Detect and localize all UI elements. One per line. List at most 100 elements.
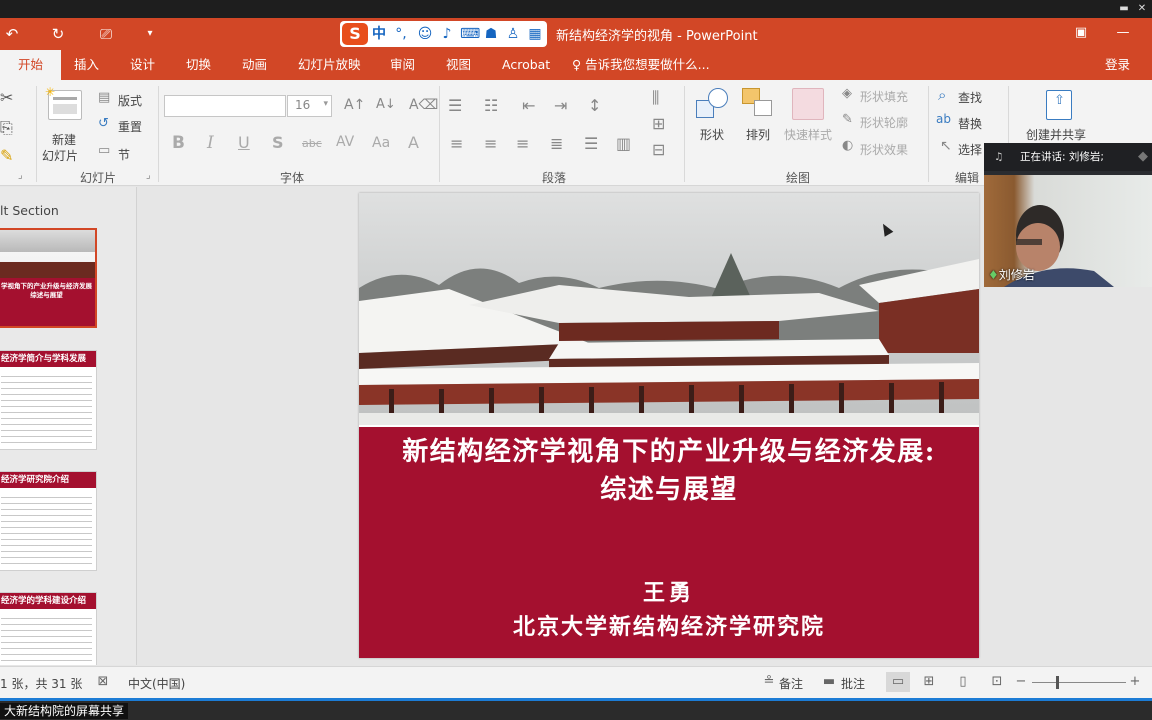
find-button[interactable]: 查找 bbox=[958, 89, 982, 106]
zoom-out-icon[interactable]: − bbox=[1012, 674, 1030, 690]
tab-animations[interactable]: 动画 bbox=[232, 50, 277, 80]
microphone-icon[interactable]: ♪ bbox=[438, 24, 456, 44]
ime-mode[interactable]: 中 bbox=[370, 24, 388, 44]
share-icon[interactable]: ⇧ bbox=[1046, 90, 1072, 120]
arrange-icon[interactable] bbox=[742, 88, 776, 122]
login-link[interactable]: 登录 bbox=[1105, 50, 1130, 80]
align-right-icon[interactable]: ≡ bbox=[516, 134, 529, 153]
zoom-slider-thumb[interactable] bbox=[1056, 676, 1059, 689]
zoom-in-icon[interactable]: + bbox=[1126, 674, 1144, 690]
text-direction-icon[interactable]: ⫼ bbox=[652, 88, 659, 108]
user-icon[interactable]: ☗ bbox=[482, 24, 500, 44]
smartart-icon[interactable]: ⊟ bbox=[652, 140, 665, 159]
copy-icon[interactable]: ⎘ bbox=[0, 118, 13, 138]
layout-icon[interactable]: ▤ bbox=[98, 90, 110, 105]
slide-sorter-icon[interactable]: ⊞ bbox=[920, 674, 938, 690]
decrease-indent-icon[interactable]: ⇤ bbox=[522, 96, 535, 115]
slide-thumbnail-1[interactable]: 学视角下的产业升级与经济发展 综述与展望 bbox=[0, 228, 97, 328]
clipboard-launcher-icon[interactable]: ⌟ bbox=[18, 170, 23, 181]
numbering-icon[interactable]: ☷ bbox=[484, 96, 498, 115]
grow-font-icon[interactable]: A↑ bbox=[344, 97, 365, 113]
create-share-button[interactable]: 创建并共享 bbox=[1026, 126, 1086, 143]
section-name[interactable]: lt Section bbox=[0, 203, 59, 218]
slide-institution[interactable]: 北京大学新结构经济学研究院 bbox=[359, 609, 979, 641]
section-icon[interactable]: ▭ bbox=[98, 143, 110, 158]
slide-thumbnail-4[interactable]: 经济学的学科建设介绍 bbox=[0, 592, 97, 665]
comments-button[interactable]: 批注 bbox=[841, 675, 865, 692]
tell-me-box[interactable]: ♀ 告诉我您想要做什么... bbox=[562, 50, 720, 80]
select-icon[interactable]: ↖ bbox=[940, 138, 952, 154]
shape-effects-button[interactable]: 形状效果 bbox=[860, 141, 908, 158]
quick-styles-icon[interactable] bbox=[792, 88, 824, 120]
layout-button[interactable]: 版式 bbox=[118, 92, 142, 109]
toolbox-icon[interactable]: ▦ bbox=[526, 24, 544, 44]
italic-button[interactable]: I bbox=[207, 133, 214, 153]
justify-icon[interactable]: ≣ bbox=[550, 134, 563, 153]
change-case-button[interactable]: Aa bbox=[372, 135, 390, 151]
zoom-slider[interactable] bbox=[1032, 682, 1126, 683]
new-slide-icon[interactable]: ✳ bbox=[45, 85, 82, 120]
close-icon[interactable]: ✕ bbox=[1136, 3, 1148, 15]
fill-icon[interactable]: ◈ bbox=[842, 86, 852, 101]
slide-thumbnail-3[interactable]: 经济学研究院介绍 bbox=[0, 471, 97, 571]
line-spacing-icon[interactable]: ↕ bbox=[588, 96, 601, 115]
font-name-field[interactable] bbox=[164, 95, 286, 117]
select-button[interactable]: 选择 bbox=[958, 141, 982, 158]
font-size-field[interactable]: 16 ▾ bbox=[287, 95, 332, 117]
skin-icon[interactable]: ♙ bbox=[504, 24, 522, 44]
comments-icon[interactable]: ▬ bbox=[820, 674, 838, 690]
arrange-button[interactable]: 排列 bbox=[746, 126, 770, 143]
minimize-window-icon[interactable]: — bbox=[1114, 24, 1132, 42]
more-icon[interactable]: ◆ bbox=[1138, 143, 1148, 171]
char-spacing-button[interactable]: AV bbox=[336, 134, 354, 150]
distributed-icon[interactable]: ☰ bbox=[584, 134, 598, 153]
cut-icon[interactable]: ✂ bbox=[0, 88, 13, 107]
replace-button[interactable]: 替换 bbox=[958, 115, 982, 132]
format-painter-icon[interactable]: ✎ bbox=[0, 146, 13, 165]
ribbon-display-icon[interactable]: ▣ bbox=[1072, 24, 1090, 42]
new-slide-label[interactable]: 新建 bbox=[52, 131, 76, 148]
reading-view-icon[interactable]: ▯ bbox=[954, 674, 972, 690]
slide-author[interactable]: 王勇 bbox=[359, 575, 979, 607]
ime-punctuation[interactable]: °, bbox=[392, 24, 410, 44]
input-method-toolbar[interactable]: S 中 °, ☺ ♪ ⌨ ☗ ♙ ▦ bbox=[340, 21, 547, 47]
reset-icon[interactable]: ↺ bbox=[98, 116, 109, 131]
undo-icon[interactable]: ↶ bbox=[2, 24, 22, 44]
clear-format-icon[interactable]: A⌫ bbox=[409, 97, 438, 113]
minimize-icon[interactable]: ▬ bbox=[1118, 3, 1130, 15]
underline-button[interactable]: U bbox=[238, 133, 250, 152]
shrink-font-icon[interactable]: A↓ bbox=[376, 97, 396, 112]
slideshow-icon[interactable]: ⊡ bbox=[988, 674, 1006, 690]
spellcheck-icon[interactable]: ⊠ bbox=[94, 674, 112, 690]
columns-icon[interactable]: ▥ bbox=[616, 134, 631, 153]
slide-title[interactable]: 新结构经济学视角下的产业升级与经济发展: 综述与展望 bbox=[359, 433, 979, 509]
replace-icon[interactable]: ab bbox=[936, 112, 951, 126]
shapes-icon[interactable] bbox=[696, 88, 730, 122]
increase-indent-icon[interactable]: ⇥ bbox=[554, 96, 567, 115]
tab-acrobat[interactable]: Acrobat bbox=[492, 50, 560, 80]
notes-button[interactable]: 备注 bbox=[779, 675, 803, 692]
normal-view-icon[interactable]: ▭ bbox=[886, 672, 910, 692]
redo-icon[interactable]: ↻ bbox=[48, 24, 68, 44]
keyboard-icon[interactable]: ⌨ bbox=[460, 24, 480, 44]
slides-launcher-icon[interactable]: ⌟ bbox=[146, 170, 151, 181]
customize-qat-icon[interactable]: ▾ bbox=[140, 24, 160, 44]
outline-icon[interactable]: ✎ bbox=[842, 112, 853, 127]
shapes-button[interactable]: 形状 bbox=[700, 126, 724, 143]
font-color-button[interactable]: A bbox=[408, 133, 419, 152]
current-slide[interactable]: 新结构经济学视角下的产业升级与经济发展: 综述与展望 王勇 北京大学新结构经济学… bbox=[359, 193, 979, 658]
shape-outline-button[interactable]: 形状轮廓 bbox=[860, 114, 908, 131]
tab-home[interactable]: 开始 bbox=[0, 50, 62, 80]
tab-view[interactable]: 视图 bbox=[436, 50, 481, 80]
strikethrough-button[interactable]: abc bbox=[302, 137, 322, 150]
shadow-button[interactable]: S bbox=[272, 133, 284, 152]
tab-transitions[interactable]: 切换 bbox=[176, 50, 221, 80]
effects-icon[interactable]: ◐ bbox=[842, 138, 853, 153]
align-text-icon[interactable]: ⊞ bbox=[652, 114, 665, 133]
bullets-icon[interactable]: ☰ bbox=[448, 96, 462, 115]
emoji-icon[interactable]: ☺ bbox=[416, 24, 434, 44]
new-slide-label-2[interactable]: 幻灯片 bbox=[42, 147, 78, 164]
video-call-panel[interactable]: ♫ 正在讲话: 刘修岩; ◆ ♦刘修岩 bbox=[984, 143, 1152, 287]
align-left-icon[interactable]: ≡ bbox=[450, 134, 463, 153]
bold-button[interactable]: B bbox=[172, 133, 185, 153]
